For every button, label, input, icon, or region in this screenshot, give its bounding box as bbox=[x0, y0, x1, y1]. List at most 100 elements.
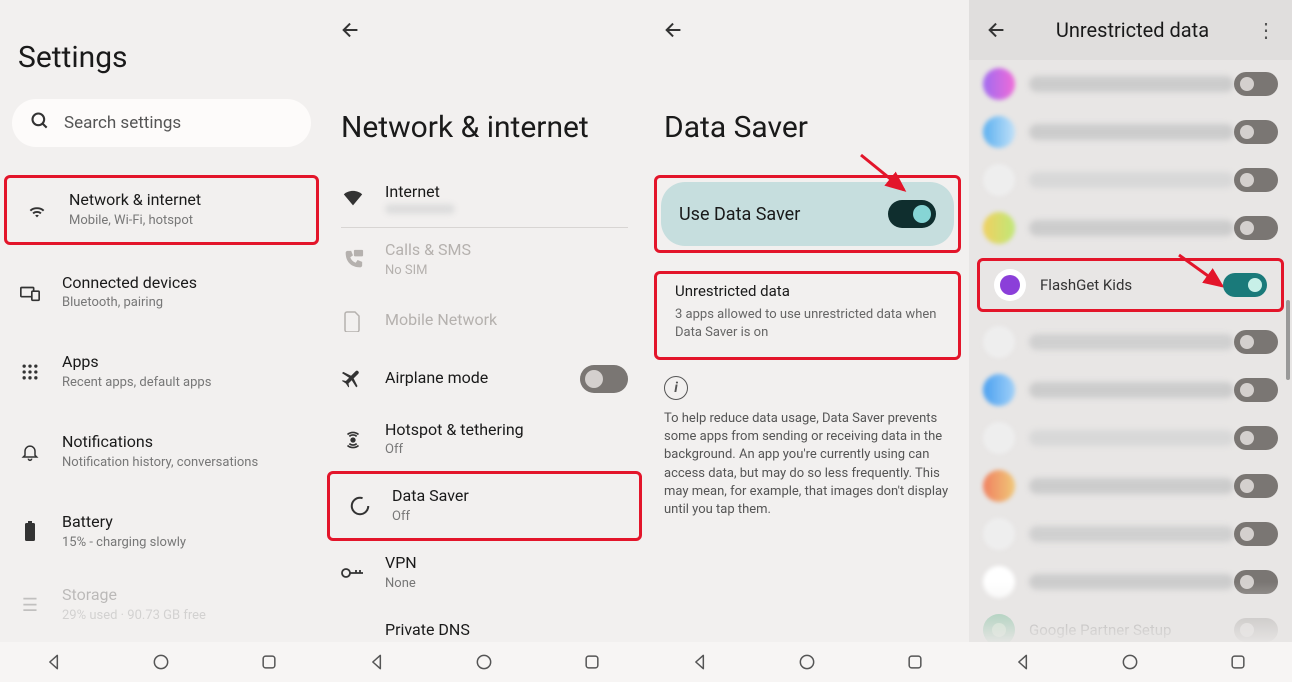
app-row[interactable] bbox=[969, 366, 1292, 414]
item-connected-devices[interactable]: Connected devices Bluetooth, pairing bbox=[0, 261, 323, 325]
highlight-unrestricted: Unrestricted data 3 apps allowed to use … bbox=[654, 271, 961, 360]
item-unrestricted-data[interactable]: Unrestricted data 3 apps allowed to use … bbox=[657, 274, 958, 357]
app-row[interactable] bbox=[969, 318, 1292, 366]
app-name: Google Partner Setup bbox=[1029, 621, 1234, 639]
app-row[interactable] bbox=[969, 108, 1292, 156]
item-sub: Off bbox=[392, 509, 621, 526]
item-label: Internet bbox=[385, 182, 628, 203]
item-internet[interactable]: Internet bbox=[323, 169, 646, 227]
app-row[interactable] bbox=[969, 414, 1292, 462]
help-text: To help reduce data usage, Data Saver pr… bbox=[646, 410, 969, 519]
item-label: Connected devices bbox=[62, 273, 305, 294]
app-toggle[interactable] bbox=[1234, 168, 1278, 192]
item-sub bbox=[385, 204, 455, 214]
app-toggle[interactable] bbox=[1234, 522, 1278, 546]
search-placeholder: Search settings bbox=[64, 113, 181, 133]
nav-back-icon[interactable] bbox=[688, 650, 712, 674]
back-icon[interactable] bbox=[339, 18, 363, 42]
item-mobile-network[interactable]: Mobile Network bbox=[323, 292, 646, 350]
app-toggle[interactable] bbox=[1234, 618, 1278, 642]
wifi-full-icon bbox=[341, 186, 365, 210]
app-toggle[interactable] bbox=[1234, 426, 1278, 450]
more-icon[interactable]: ⋮ bbox=[1256, 18, 1276, 42]
item-sub: Notification history, conversations bbox=[62, 455, 305, 472]
search-input[interactable]: Search settings bbox=[12, 99, 311, 147]
nav-recent-icon[interactable] bbox=[580, 650, 604, 674]
wifi-icon bbox=[25, 198, 49, 222]
page-title: Unrestricted data bbox=[1009, 18, 1256, 42]
nav-recent-icon[interactable] bbox=[903, 650, 927, 674]
app-name-blurred bbox=[1029, 220, 1234, 236]
app-name-blurred bbox=[1029, 478, 1234, 494]
app-name-blurred bbox=[1029, 76, 1234, 92]
item-airplane-mode[interactable]: Airplane mode bbox=[323, 350, 646, 408]
info-icon: i bbox=[664, 376, 688, 400]
nav-back-icon[interactable] bbox=[42, 650, 66, 674]
app-toggle[interactable] bbox=[1234, 474, 1278, 498]
item-sub: Recent apps, default apps bbox=[62, 375, 305, 392]
top-bar bbox=[323, 0, 646, 60]
nav-home-icon[interactable] bbox=[472, 650, 496, 674]
nav-home-icon[interactable] bbox=[795, 650, 819, 674]
app-icon bbox=[994, 269, 1026, 301]
app-row[interactable] bbox=[969, 510, 1292, 558]
item-battery[interactable]: Battery 15% - charging slowly bbox=[0, 500, 323, 564]
app-icon bbox=[983, 374, 1015, 406]
nav-recent-icon[interactable] bbox=[1226, 650, 1250, 674]
hotspot-icon bbox=[341, 428, 365, 452]
item-vpn[interactable]: VPN None bbox=[323, 541, 646, 605]
app-row[interactable] bbox=[969, 204, 1292, 252]
app-icon bbox=[983, 470, 1015, 502]
item-hotspot[interactable]: Hotspot & tethering Off bbox=[323, 408, 646, 472]
item-data-saver[interactable]: Data Saver Off bbox=[330, 474, 639, 538]
item-calls-sms[interactable]: Calls & SMS No SIM bbox=[323, 228, 646, 292]
airplane-toggle[interactable] bbox=[580, 365, 628, 393]
nav-back-icon[interactable] bbox=[1011, 650, 1035, 674]
app-row[interactable] bbox=[969, 60, 1292, 108]
item-sub: Bluetooth, pairing bbox=[62, 295, 305, 312]
page-title: Network & internet bbox=[323, 60, 646, 169]
nav-recent-icon[interactable] bbox=[257, 650, 281, 674]
app-icon bbox=[983, 566, 1015, 598]
app-name-blurred bbox=[1029, 574, 1234, 590]
back-icon[interactable] bbox=[662, 18, 686, 42]
item-label: Hotspot & tethering bbox=[385, 420, 628, 441]
app-row-flashget[interactable]: FlashGet Kids bbox=[980, 261, 1281, 309]
nav-home-icon[interactable] bbox=[149, 650, 173, 674]
app-toggle[interactable] bbox=[1234, 378, 1278, 402]
scrollbar[interactable] bbox=[1286, 300, 1290, 380]
item-label: Airplane mode bbox=[385, 368, 560, 389]
app-name-blurred bbox=[1029, 382, 1234, 398]
app-toggle[interactable] bbox=[1234, 120, 1278, 144]
top-bar bbox=[646, 0, 969, 60]
item-sub: Mobile, Wi-Fi, hotspot bbox=[69, 213, 298, 230]
back-icon[interactable] bbox=[985, 18, 1009, 42]
app-row[interactable] bbox=[969, 462, 1292, 510]
nav-home-icon[interactable] bbox=[1118, 650, 1142, 674]
app-row[interactable] bbox=[969, 558, 1292, 606]
item-storage[interactable]: ☰ Storage 29% used · 90.73 GB free bbox=[0, 573, 323, 637]
highlight-flashget-kids: FlashGet Kids bbox=[977, 258, 1284, 312]
app-toggle[interactable] bbox=[1234, 216, 1278, 240]
item-label: Battery bbox=[62, 512, 305, 533]
app-toggle[interactable] bbox=[1223, 273, 1267, 297]
nav-bar bbox=[0, 642, 323, 682]
screen-data-saver: Data Saver Use Data Saver Unrestricted d… bbox=[646, 0, 969, 682]
app-icon bbox=[983, 164, 1015, 196]
nav-back-icon[interactable] bbox=[365, 650, 389, 674]
nav-bar bbox=[646, 642, 969, 682]
item-network-internet[interactable]: Network & internet Mobile, Wi-Fi, hotspo… bbox=[7, 178, 316, 242]
screen-settings: Settings Search settings Network & inter… bbox=[0, 0, 323, 682]
app-toggle[interactable] bbox=[1234, 72, 1278, 96]
airplane-icon bbox=[341, 367, 365, 391]
app-toggle[interactable] bbox=[1234, 570, 1278, 594]
item-label: Network & internet bbox=[69, 190, 298, 211]
item-notifications[interactable]: Notifications Notification history, conv… bbox=[0, 420, 323, 484]
item-label: Storage bbox=[62, 585, 305, 606]
app-row[interactable] bbox=[969, 156, 1292, 204]
item-sub: None bbox=[385, 576, 628, 593]
use-data-saver-row[interactable]: Use Data Saver bbox=[661, 182, 954, 246]
app-toggle[interactable] bbox=[1234, 330, 1278, 354]
item-apps[interactable]: Apps Recent apps, default apps bbox=[0, 340, 323, 404]
use-data-saver-toggle[interactable] bbox=[888, 200, 936, 228]
